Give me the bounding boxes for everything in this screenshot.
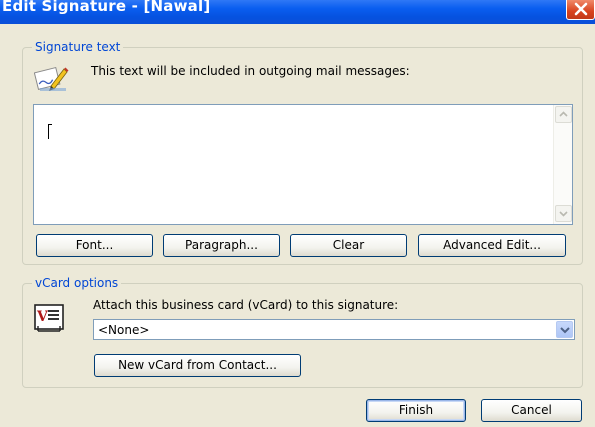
- advanced-edit-button[interactable]: Advanced Edit...: [418, 234, 566, 257]
- scroll-up-arrow-icon: [559, 111, 568, 117]
- signature-instruction: This text will be included in outgoing m…: [91, 64, 410, 78]
- cancel-button[interactable]: Cancel: [481, 399, 582, 422]
- close-button[interactable]: [566, 0, 595, 20]
- pen-signature-icon: [34, 66, 69, 91]
- editor-vertical-scrollbar[interactable]: [553, 105, 572, 224]
- scroll-up-button[interactable]: [555, 106, 572, 123]
- vcard-select-value: <None>: [98, 323, 150, 337]
- scroll-down-button[interactable]: [555, 205, 572, 222]
- scroll-down-arrow-icon: [559, 211, 568, 217]
- signature-text-legend: Signature text: [32, 40, 124, 54]
- svg-text:V: V: [36, 309, 49, 325]
- text-caret: [48, 124, 55, 139]
- chevron-down-icon: [560, 327, 570, 334]
- vcard-dropdown-button[interactable]: [556, 321, 573, 338]
- signature-text-editor[interactable]: [33, 104, 573, 225]
- vcard-options-legend: vCard options: [32, 276, 122, 290]
- finish-button[interactable]: Finish: [366, 399, 466, 422]
- paragraph-button[interactable]: Paragraph...: [163, 234, 280, 257]
- window-title: Edit Signature - [Nawal]: [2, 0, 211, 15]
- vcard-select[interactable]: <None>: [93, 319, 575, 340]
- close-icon: [574, 2, 588, 16]
- vcard-instruction: Attach this business card (vCard) to thi…: [93, 298, 399, 312]
- edit-signature-dialog: Edit Signature - [Nawal] Signature text …: [0, 0, 595, 427]
- vcard-icon: V: [34, 304, 64, 332]
- font-button[interactable]: Font...: [36, 234, 153, 257]
- new-vcard-from-contact-button[interactable]: New vCard from Contact...: [94, 354, 301, 377]
- clear-button[interactable]: Clear: [290, 234, 407, 257]
- title-bar[interactable]: Edit Signature - [Nawal]: [0, 0, 595, 24]
